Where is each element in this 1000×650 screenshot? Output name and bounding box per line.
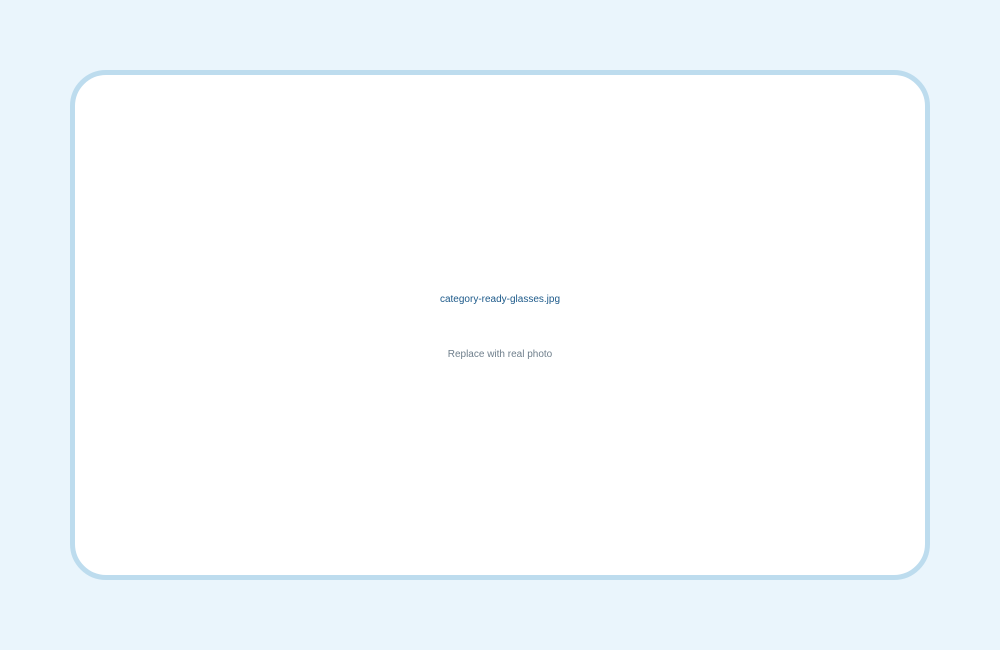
image-placeholder-card: category-ready-glasses.jpg Replace with …	[70, 70, 930, 580]
placeholder-filename: category-ready-glasses.jpg	[439, 294, 561, 305]
placeholder-hint: Replace with real photo	[447, 349, 553, 360]
